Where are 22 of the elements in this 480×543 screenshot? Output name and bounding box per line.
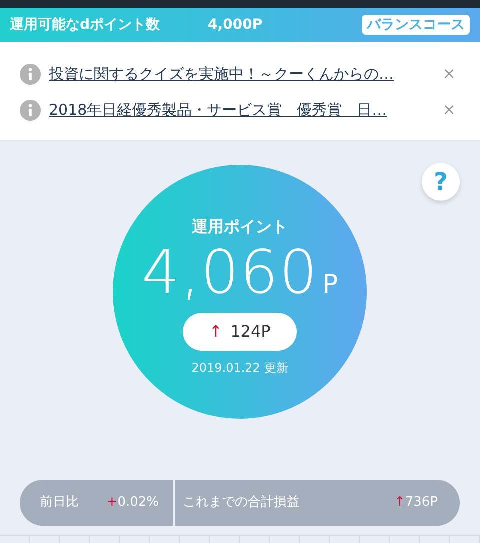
help-button[interactable]: ? [422,163,460,201]
info-icon [20,100,41,120]
info-icon [20,64,41,84]
stat-value: 736P [405,494,438,512]
points-amount: 4,060 [142,243,319,303]
stat-label: 前日比 [40,494,79,512]
up-arrow-icon: ↑ [209,320,223,344]
up-arrow-icon: ↑ [394,493,406,513]
course-button[interactable]: バランスコース [362,15,470,35]
close-button[interactable]: × [438,62,460,86]
points-unit: P [322,269,338,302]
points-label: 運用可能なdポイント数 [10,16,160,34]
points-value: 4,000P [208,16,263,34]
change-value: 124P [230,321,271,343]
stat-label: これまでの合計損益 [183,494,300,512]
plus-icon: + [106,493,118,513]
close-button[interactable]: × [438,98,460,122]
notice-link[interactable]: 2018年日経優秀製品・サービス賞 優秀賞 日… [49,98,388,122]
points-title: 運用ポイント [192,216,288,238]
stat-value: 0.02% [118,494,159,512]
notice-link[interactable]: 投資に関するクイズを実施中！～クーくんからの… [49,62,394,86]
update-date: 2019.01.22 更新 [192,360,288,377]
